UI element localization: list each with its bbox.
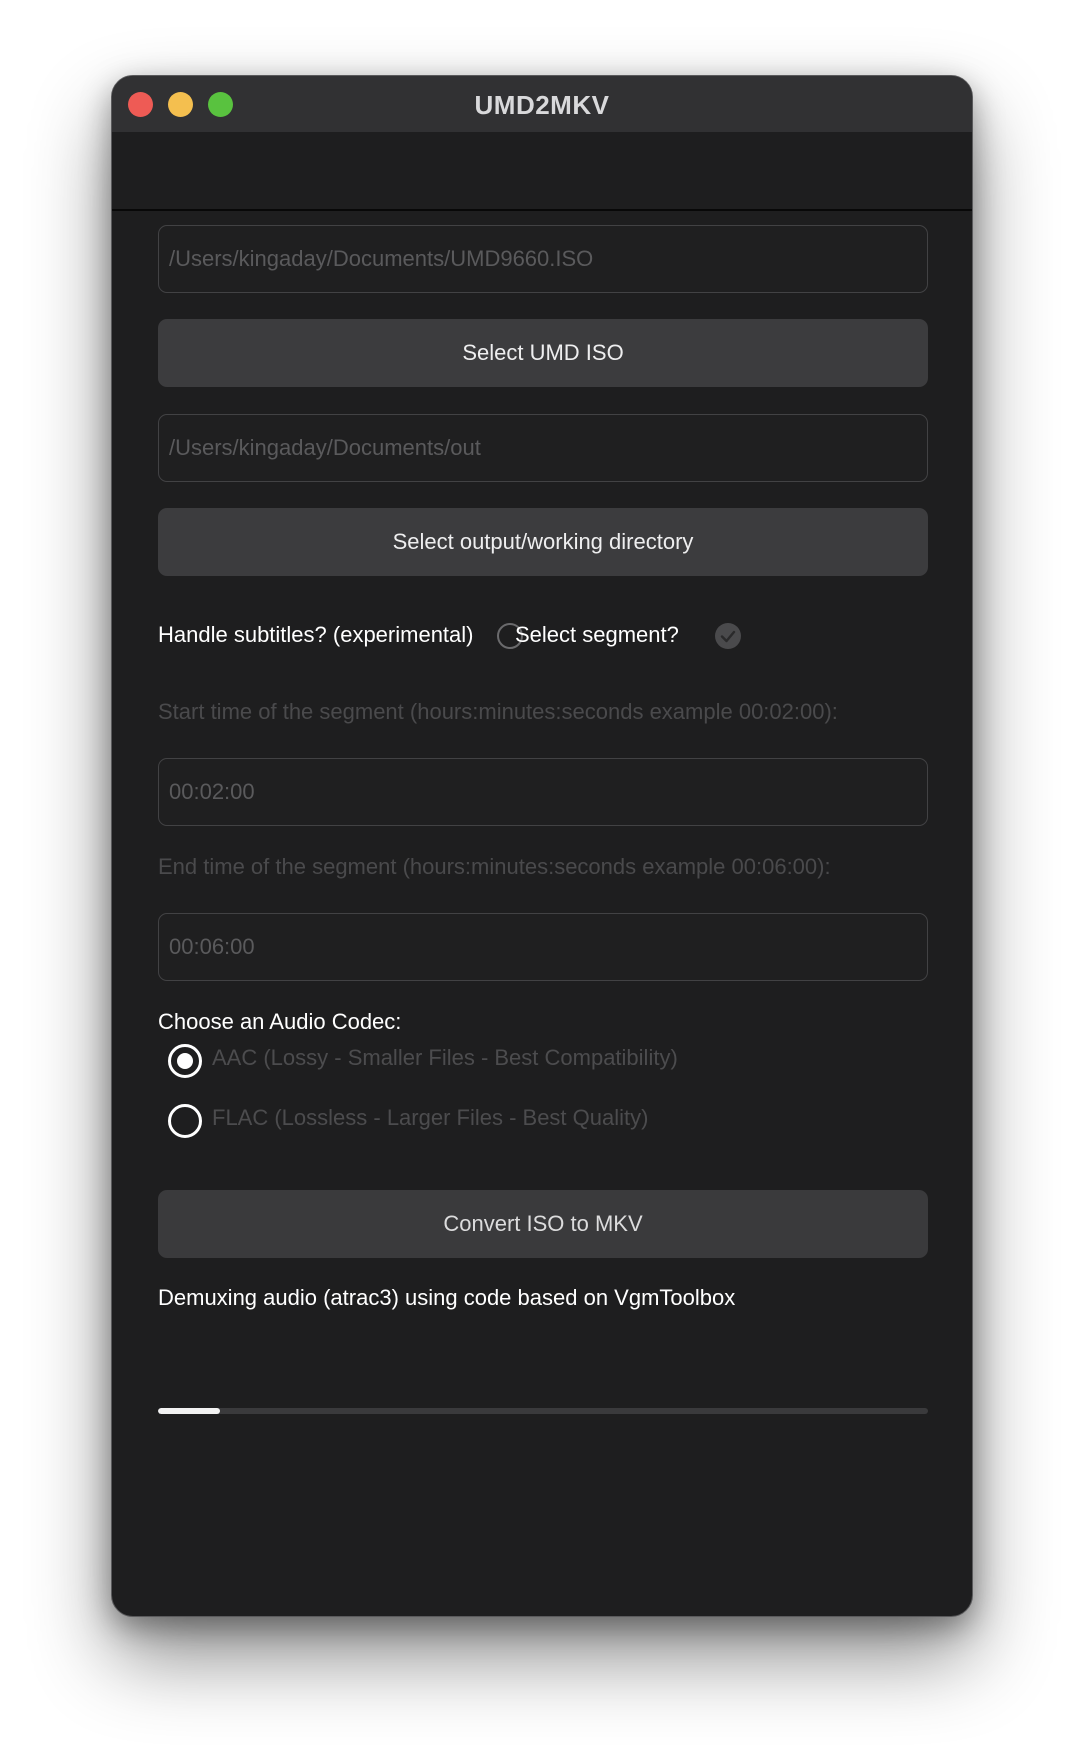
output-path-field[interactable] bbox=[158, 414, 928, 482]
flac-radio[interactable] bbox=[168, 1104, 202, 1138]
select-output-button[interactable]: Select output/working directory bbox=[158, 508, 928, 576]
segment-checkbox[interactable] bbox=[714, 622, 742, 650]
flac-radio-label[interactable]: FLAC (Lossless - Larger Files - Best Qua… bbox=[212, 1105, 648, 1131]
aac-radio-label[interactable]: AAC (Lossy - Smaller Files - Best Compat… bbox=[212, 1045, 678, 1071]
status-text: Demuxing audio (atrac3) using code based… bbox=[158, 1285, 736, 1310]
segment-label: Select segment? bbox=[515, 622, 679, 647]
iso-path-field[interactable] bbox=[158, 225, 928, 293]
app-window: UMD2MKV Select UMD ISO Select output/wor… bbox=[111, 75, 973, 1617]
window-title: UMD2MKV bbox=[474, 90, 610, 120]
progress-fill bbox=[158, 1408, 220, 1414]
select-iso-button[interactable]: Select UMD ISO bbox=[158, 319, 928, 387]
subtitles-label: Handle subtitles? (experimental) bbox=[158, 622, 474, 647]
toolbar-divider bbox=[112, 209, 972, 211]
segment-start-label: Start time of the segment (hours:minutes… bbox=[158, 699, 838, 724]
aac-radio[interactable] bbox=[168, 1044, 202, 1078]
convert-button[interactable]: Convert ISO to MKV bbox=[158, 1190, 928, 1258]
progress-bar bbox=[158, 1408, 928, 1414]
segment-end-input[interactable] bbox=[158, 913, 928, 981]
title-bar: UMD2MKV bbox=[112, 76, 972, 132]
segment-start-input[interactable] bbox=[158, 758, 928, 826]
audio-codec-heading: Choose an Audio Codec: bbox=[158, 1009, 402, 1034]
segment-end-label: End time of the segment (hours:minutes:s… bbox=[158, 854, 831, 879]
